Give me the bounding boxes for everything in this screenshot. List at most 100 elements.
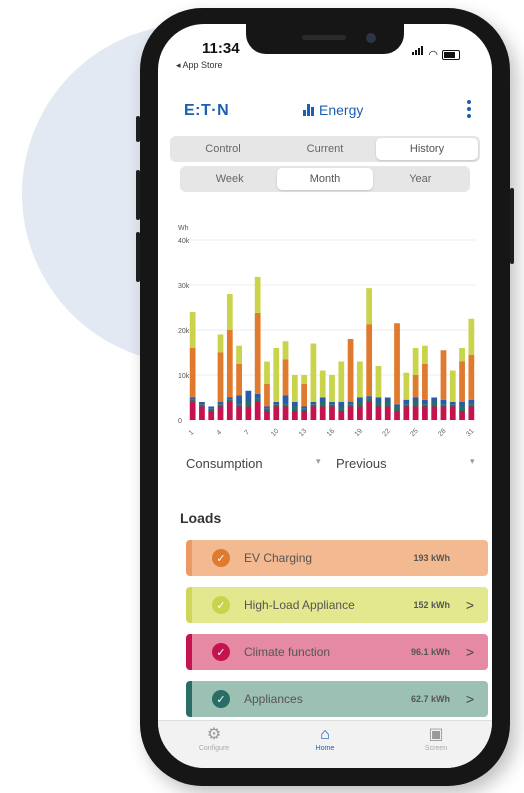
bar-segment <box>291 411 298 420</box>
bar-segment <box>347 404 354 407</box>
bar-segment <box>236 363 242 396</box>
bar-segment <box>375 366 382 398</box>
bar-segment <box>468 399 475 405</box>
load-item-ev-charging[interactable]: ✓ EV Charging 193 kWh <box>186 540 488 576</box>
bar-segment <box>208 411 215 420</box>
bar-segment <box>422 399 428 405</box>
load-item-climate-function[interactable]: ✓ Climate function 96.1 kWh > <box>186 634 488 670</box>
bar-segment <box>282 406 289 420</box>
bar-segment <box>338 411 345 420</box>
eaton-logo: E:T·N <box>184 102 230 119</box>
check-icon: ✓ <box>212 643 230 661</box>
bar-segment <box>338 402 345 407</box>
bar-segment <box>329 404 335 407</box>
loads-heading: Loads <box>180 510 222 526</box>
bar-segment <box>356 402 363 407</box>
chevron-right-icon[interactable]: > <box>462 644 478 660</box>
bar-segment <box>226 402 233 420</box>
bar-segment <box>329 375 335 402</box>
bar-segment <box>449 406 456 420</box>
tab-control[interactable]: Control <box>172 138 274 160</box>
tab-current[interactable]: Current <box>274 138 376 160</box>
bar-segment <box>356 361 363 398</box>
bar-segment <box>449 402 456 405</box>
bar-segment <box>273 402 280 405</box>
load-value: 62.7 kWh <box>410 694 450 704</box>
tab-week[interactable]: Week <box>182 168 277 190</box>
more-menu-icon[interactable] <box>466 100 472 118</box>
bar-segment <box>375 402 382 407</box>
bar-segment <box>273 406 280 420</box>
bar-segment <box>264 384 270 407</box>
bar-segment <box>440 350 447 400</box>
speaker <box>302 35 346 40</box>
x-tick-label: 7 <box>243 429 251 437</box>
bar-segment <box>217 334 224 353</box>
wifi-icon: ◠ <box>428 49 438 61</box>
x-tick-label: 28 <box>437 428 448 439</box>
bar-segment <box>282 395 289 405</box>
chevron-right-icon[interactable]: > <box>462 691 478 707</box>
tab-screen[interactable]: ▣ Screen <box>406 725 466 752</box>
bar-segment <box>366 398 373 402</box>
bar-segment <box>459 406 465 411</box>
bar-segment <box>236 406 242 420</box>
bar-segment <box>301 406 308 409</box>
bar-segment <box>226 330 233 398</box>
main-tabs: Control Current History <box>170 136 480 162</box>
previous-dropdown[interactable]: Previous <box>336 456 387 471</box>
bar-segment <box>440 399 447 405</box>
bar-segment <box>291 406 298 411</box>
bar-segment <box>422 345 428 364</box>
bar-segment <box>291 375 298 402</box>
phone-screen: 11:34 ◂ App Store ◠ E:T·N Energy Control… <box>158 24 492 768</box>
bar-segment <box>236 395 242 405</box>
notch <box>246 24 404 54</box>
bar-segment <box>403 399 410 405</box>
signal-icon <box>412 42 424 60</box>
x-tick-label: 1 <box>188 429 196 437</box>
volume-up-button <box>136 170 140 220</box>
bar-segment <box>189 397 196 400</box>
camera <box>366 33 376 43</box>
tab-year[interactable]: Year <box>373 168 468 190</box>
energy-history-chart: Wh 0 10k 20k 30k 40k 1 4 7 10 13 16 19 22 25 28 31 <box>178 225 476 439</box>
bar-segment <box>236 345 242 364</box>
bar-segment <box>254 398 261 402</box>
chart-filters: Consumption ▾ Previous ▾ <box>186 456 476 478</box>
tab-configure[interactable]: ⚙ Configure <box>184 725 244 752</box>
load-item-high-load-appliance[interactable]: ✓ High-Load Appliance 152 kWh > <box>186 587 488 623</box>
y-tick-label: 30k <box>178 283 190 290</box>
screen-icon: ▣ <box>428 726 444 743</box>
load-name: Climate function <box>244 645 331 659</box>
bar-segment <box>329 406 335 420</box>
bar-segment <box>236 404 242 407</box>
bar-segment <box>347 406 354 420</box>
bar-segment <box>403 372 410 400</box>
tab-home[interactable]: ⌂ Home <box>295 725 355 752</box>
bar-segment <box>199 402 205 405</box>
consumption-dropdown[interactable]: Consumption <box>186 456 263 471</box>
mute-switch <box>136 116 140 142</box>
bar-segment <box>226 399 233 402</box>
bar-segment <box>226 397 233 400</box>
back-to-app-store[interactable]: ◂ App Store <box>176 60 223 71</box>
bar-segment <box>422 404 428 407</box>
tab-history[interactable]: History <box>376 138 478 160</box>
bar-chart-icon <box>303 104 314 116</box>
chevron-down-icon: ▾ <box>470 456 475 466</box>
chevron-right-icon[interactable]: > <box>462 597 478 613</box>
bar-segment <box>440 406 447 420</box>
bar-segment <box>403 406 410 420</box>
bar-segment <box>384 402 391 407</box>
load-item-appliances[interactable]: ✓ Appliances 62.7 kWh > <box>186 681 488 717</box>
bar-segment <box>459 348 465 362</box>
bar-segment <box>189 402 196 420</box>
bar-segment <box>264 361 270 384</box>
bar-segment <box>468 354 475 400</box>
tab-month[interactable]: Month <box>277 168 373 190</box>
bar-segment <box>217 402 224 405</box>
page-title-label: Energy <box>319 102 364 118</box>
volume-down-button <box>136 232 140 282</box>
tab-label: Configure <box>198 745 230 752</box>
